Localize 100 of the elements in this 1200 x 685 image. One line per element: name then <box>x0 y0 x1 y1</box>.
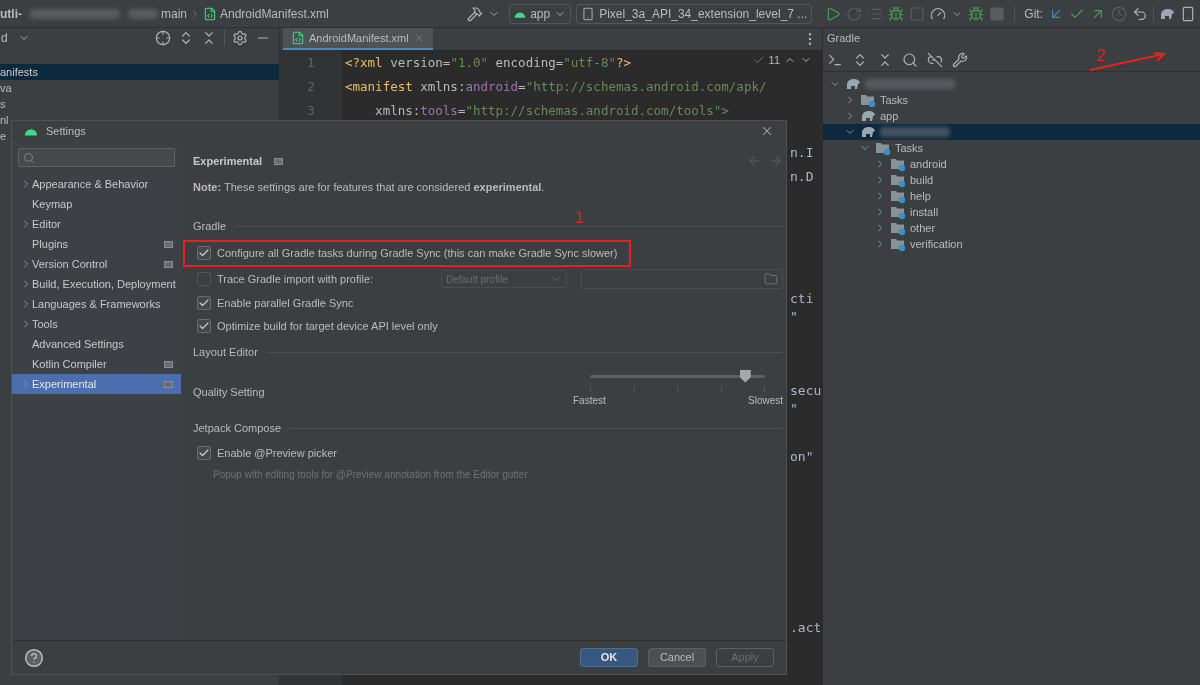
folder-gear-icon <box>890 204 906 220</box>
tree-item[interactable]: nl <box>0 112 9 128</box>
rerun-icon[interactable] <box>846 5 863 22</box>
setting-label: Quality Setting <box>193 384 266 400</box>
slider-max-label: Slowest <box>748 393 783 408</box>
checkbox[interactable] <box>197 246 211 260</box>
tree-item[interactable]: Tasks <box>823 92 1200 108</box>
view-selector[interactable]: d <box>0 29 30 47</box>
tree-item[interactable]: help <box>823 188 1200 204</box>
tree-item[interactable]: va <box>0 80 12 96</box>
nav-label: Tools <box>32 316 58 332</box>
search-icon[interactable] <box>902 51 918 68</box>
device-dropdown[interactable]: Pixel_3a_API_34_extension_level_7 ... <box>576 3 813 24</box>
tree-item[interactable]: android <box>823 156 1200 172</box>
elephant-icon <box>845 77 861 91</box>
breadcrumb[interactable]: main <box>161 4 187 23</box>
search-field[interactable] <box>18 148 175 167</box>
nav-label: Editor <box>32 216 61 232</box>
undo-icon[interactable] <box>1132 5 1148 22</box>
dialog-button[interactable]: OK <box>580 648 638 667</box>
nav-label: Advanced Settings <box>32 336 124 352</box>
project-level-icon <box>164 240 173 248</box>
checkbox-label: Optimize build for target device API level only <box>217 318 438 334</box>
settings-nav-item[interactable]: Appearance & Behavior <box>12 174 181 194</box>
run-config-dropdown[interactable]: app <box>509 3 572 24</box>
debug-icon[interactable] <box>888 5 905 22</box>
manifest-file-icon <box>203 6 217 21</box>
settings-nav-item[interactable]: Experimental <box>12 374 181 394</box>
manifest-file-icon <box>291 31 305 45</box>
settings-nav-item[interactable]: Advanced Settings <box>12 334 181 354</box>
settings-icon[interactable] <box>232 30 248 46</box>
vcs-label: Git: <box>1024 5 1043 23</box>
tree-item[interactable]: anifests <box>0 64 279 80</box>
redacted-label <box>880 127 950 137</box>
folder-gear-icon <box>890 188 906 204</box>
help-icon[interactable] <box>24 647 44 668</box>
wrench-icon[interactable] <box>952 51 968 68</box>
annotation-number: 2 <box>1097 46 1106 66</box>
note-text: Note: These settings are for features that are considered experimental. <box>193 180 546 195</box>
settings-nav-item[interactable]: Plugins <box>12 234 181 254</box>
checkbox[interactable] <box>197 319 211 333</box>
editor-tab[interactable]: AndroidManifest.xml <box>283 28 433 50</box>
nav-label: Kotlin Compiler <box>32 356 107 372</box>
close-icon[interactable] <box>760 124 774 138</box>
slider[interactable] <box>590 369 765 384</box>
tree-item[interactable]: other <box>823 220 1200 236</box>
code-fragment: secu <box>790 382 822 400</box>
tree-item[interactable]: build <box>823 172 1200 188</box>
slider-thumb[interactable] <box>739 369 751 383</box>
path-field[interactable] <box>581 269 783 289</box>
section-title: Gradle <box>193 219 227 235</box>
code-fragment: " <box>790 308 798 326</box>
elephant-icon <box>860 125 876 139</box>
nav-label: Appearance & Behavior <box>32 176 149 192</box>
settings-nav-item[interactable]: Keymap <box>12 194 181 214</box>
locate-icon[interactable] <box>155 30 171 46</box>
code-line: <manifest xmlns:android="http://schemas.android.com/apk/ <box>345 78 767 96</box>
tree-item[interactable] <box>823 124 1200 140</box>
tree-item[interactable]: e <box>0 128 7 144</box>
settings-nav-item[interactable]: Build, Execution, Deployment <box>12 274 181 294</box>
dialog-title: Settings <box>46 123 86 139</box>
nav-label: Plugins <box>32 236 69 252</box>
tree-item[interactable]: Tasks <box>823 140 1200 156</box>
settings-nav-item[interactable]: Kotlin Compiler <box>12 354 181 374</box>
checkbox-label: Trace Gradle import with profile: <box>217 271 375 287</box>
section-title: Jetpack Compose <box>193 421 282 437</box>
code-fragment: cti <box>790 290 814 308</box>
back-icon[interactable] <box>747 154 761 168</box>
settings-nav-item[interactable]: Version Control <box>12 254 181 274</box>
section-title: Layout Editor <box>193 345 258 361</box>
nav-label: Build, Execution, Deployment <box>32 276 176 292</box>
project-level-icon <box>274 157 284 165</box>
history-icon[interactable] <box>1111 5 1127 22</box>
stop-icon[interactable] <box>989 5 1006 22</box>
tree-item[interactable]: install <box>823 204 1200 220</box>
hammer-icon[interactable] <box>467 5 484 22</box>
breadcrumb[interactable]: utli- <box>0 4 22 23</box>
checkbox[interactable] <box>197 296 211 310</box>
checkbox-label: Enable @Preview picker <box>217 445 337 461</box>
dialog-button[interactable]: Cancel <box>648 648 706 667</box>
tree-item[interactable]: s <box>0 96 6 112</box>
phone-icon <box>581 6 596 21</box>
elephant-icon <box>860 109 876 123</box>
tree-item[interactable]: app <box>823 108 1200 124</box>
breadcrumb[interactable]: AndroidManifest.xml <box>220 4 329 23</box>
checkbox[interactable] <box>197 446 211 460</box>
settings-nav-item[interactable]: Languages & Frameworks <box>12 294 181 314</box>
elephant-icon[interactable] <box>1159 6 1175 21</box>
nav-label: Languages & Frameworks <box>32 296 161 312</box>
nav-label: Keymap <box>32 196 73 212</box>
forward-icon[interactable] <box>769 154 783 168</box>
checkbox-label: Enable parallel Gradle Sync <box>217 295 354 311</box>
folder-icon[interactable] <box>764 272 778 286</box>
device-manager-icon[interactable] <box>1180 5 1196 22</box>
settings-nav-item[interactable]: Editor <box>12 214 181 234</box>
slider-min-label: Fastest <box>573 393 606 408</box>
folder-gear-icon <box>890 172 906 188</box>
settings-nav-item[interactable]: Tools <box>12 314 181 334</box>
run-icon[interactable] <box>825 5 842 22</box>
tree-item[interactable]: verification <box>823 236 1200 252</box>
